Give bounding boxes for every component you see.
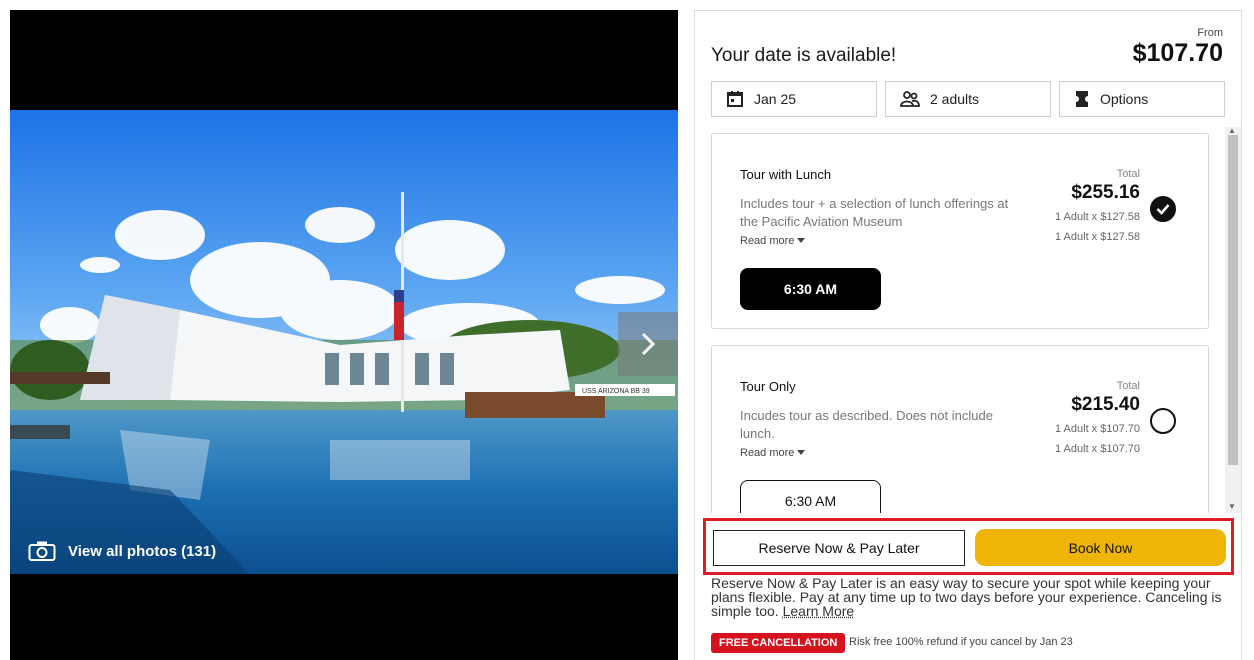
reserve-info-text: Reserve Now & Pay Later is an easy way t… [711, 576, 1231, 618]
option-name: Tour Only [740, 379, 796, 394]
people-icon [900, 91, 920, 107]
view-all-photos-link[interactable]: View all photos (131) [28, 540, 216, 562]
scrollbar-thumb[interactable] [1228, 135, 1238, 465]
read-more-label: Read more [740, 235, 795, 247]
options-selector[interactable]: Options [1059, 81, 1225, 117]
price-breakdown-line: 1 Adult x $127.58 [1054, 231, 1140, 243]
tour-options-list[interactable]: Tour with Lunch Includes tour + a select… [695, 127, 1241, 513]
total-label: Total [1116, 168, 1140, 180]
option-description: Includes tour + a selection of lunch off… [740, 196, 1009, 229]
availability-title: Your date is available! [711, 45, 897, 66]
date-selector[interactable]: Jan 25 [711, 81, 877, 117]
learn-more-link[interactable]: Learn More [783, 603, 855, 619]
view-all-photos-label: View all photos (131) [68, 542, 217, 560]
read-more-label: Read more [740, 447, 795, 459]
free-cancellation-text: Risk free 100% refund if you cancel by J… [849, 636, 1073, 648]
arizona-sign-text: USS ARIZONA BB 39 [582, 388, 650, 395]
ticket-icon [1076, 91, 1088, 107]
time-slot-button[interactable]: 6:30 AM [740, 480, 881, 513]
memorial-photo-image: USS ARIZONA BB 39 [10, 110, 678, 574]
total-label: Total [1116, 380, 1140, 392]
from-label: From [1197, 27, 1223, 39]
options-scrollbar[interactable]: ▲ ▼ [1225, 127, 1241, 513]
book-now-button[interactable]: Book Now [975, 529, 1226, 566]
options-label: Options [1100, 91, 1149, 107]
booking-panel: Your date is available! From $107.70 Jan… [694, 10, 1242, 660]
price-breakdown-line: 1 Adult x $107.70 [1054, 443, 1140, 455]
price-breakdown-line: 1 Adult x $127.58 [1054, 211, 1140, 223]
date-label: Jan 25 [754, 91, 797, 107]
booking-actions-highlight: Reserve Now & Pay Later Book Now [703, 518, 1234, 575]
tour-option-card[interactable]: Tour Only Incudes tour as described. Doe… [711, 345, 1209, 513]
main-photo[interactable]: USS ARIZONA BB 39 [10, 110, 678, 574]
photo-gallery: USS ARIZONA BB 39 View all photos (131) [10, 10, 678, 660]
scroll-up-arrow[interactable]: ▲ [1228, 127, 1236, 135]
option-select-radio[interactable] [1150, 408, 1176, 434]
product-booking-page: USS ARIZONA BB 39 View all photos (131) … [0, 0, 1254, 660]
next-photo-button[interactable] [618, 312, 678, 376]
reserve-now-pay-later-button[interactable]: Reserve Now & Pay Later [713, 530, 965, 566]
from-price: $107.70 [1132, 39, 1223, 67]
option-total-price: $255.16 [1071, 182, 1140, 203]
option-name: Tour with Lunch [740, 167, 832, 182]
free-cancellation-badge: FREE CANCELLATION [711, 633, 846, 653]
option-description: Incudes tour as described. Does not incl… [740, 408, 993, 441]
scroll-down-arrow[interactable]: ▼ [1228, 502, 1236, 511]
chevron-right-icon [641, 332, 656, 356]
camera-icon [28, 541, 56, 561]
travelers-selector[interactable]: 2 adults [885, 81, 1051, 117]
tour-option-card[interactable]: Tour with Lunch Includes tour + a select… [711, 133, 1209, 329]
caret-down-icon [797, 450, 806, 455]
option-total-price: $215.40 [1071, 394, 1140, 415]
calendar-icon [727, 91, 743, 107]
caret-down-icon [797, 238, 806, 243]
travelers-label: 2 adults [930, 91, 980, 107]
read-more-link[interactable]: Read more [740, 447, 806, 459]
option-select-radio-selected[interactable] [1150, 196, 1176, 222]
time-slot-button-selected[interactable]: 6:30 AM [740, 268, 881, 310]
price-breakdown-line: 1 Adult x $107.70 [1054, 423, 1140, 435]
checkmark-icon [1156, 204, 1170, 215]
read-more-link[interactable]: Read more [740, 235, 806, 247]
